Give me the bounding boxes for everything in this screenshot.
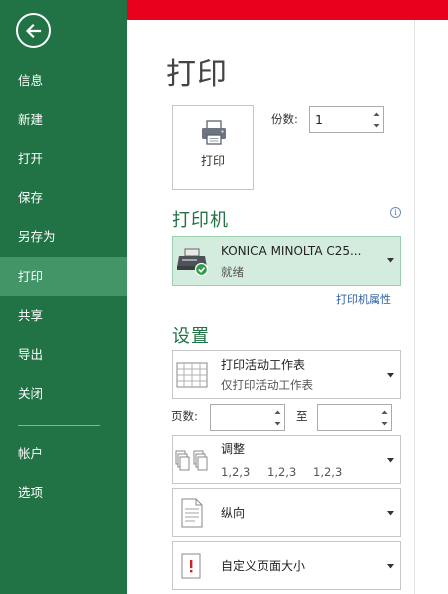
sidebar-item-share[interactable]: 共享 (0, 296, 127, 335)
printer-name: KONICA MINOLTA C25... (221, 244, 362, 258)
portrait-page-icon (181, 498, 203, 528)
print-what-dropdown[interactable]: 打印活动工作表 仅打印活动工作表 (172, 350, 401, 399)
paper-size-title: 自定义页面大小 (221, 559, 306, 573)
collation-set-2: 1,2,3 (267, 465, 297, 479)
paper-size-dropdown[interactable]: 自定义页面大小 (172, 541, 401, 590)
settings-section-title: 设置 (172, 326, 210, 347)
sidebar-item-export[interactable]: 导出 (0, 335, 127, 374)
print-what-subtitle: 仅打印活动工作表 (221, 378, 313, 392)
spin-up-icon[interactable] (272, 407, 283, 418)
orientation-dropdown[interactable]: 纵向 (172, 488, 401, 537)
spin-up-icon[interactable] (371, 109, 382, 120)
dropdown-arrow-icon (387, 258, 394, 263)
print-what-title: 打印活动工作表 (221, 358, 306, 372)
sidebar-item-account[interactable]: 帐户 (0, 434, 127, 473)
spin-down-icon[interactable] (272, 418, 283, 429)
spin-down-icon[interactable] (371, 120, 382, 131)
pages-to-label: 至 (296, 409, 308, 423)
dropdown-arrow-icon (387, 373, 394, 378)
dropdown-arrow-icon (387, 564, 394, 569)
pages-label: 页数: (171, 409, 198, 423)
page-title: 打印 (166, 57, 228, 92)
copies-stepper[interactable]: 1 (309, 106, 384, 133)
pages-from-input[interactable] (210, 404, 285, 431)
printer-device-icon (177, 248, 209, 277)
sidebar-item-save[interactable]: 保存 (0, 178, 127, 217)
printer-status: 就绪 (221, 265, 244, 279)
sidebar-item-open[interactable]: 打开 (0, 139, 127, 178)
orientation-title: 纵向 (221, 506, 246, 520)
collation-set-3: 1,2,3 (313, 465, 343, 479)
printer-dropdown[interactable]: KONICA MINOLTA C25... 就绪 (172, 236, 401, 286)
print-preview-pane (415, 20, 448, 594)
printer-section-title: 打印机 (172, 210, 229, 231)
top-accent-bar (127, 0, 448, 20)
print-button[interactable]: 打印 (172, 105, 254, 190)
sidebar-item-save-as[interactable]: 另存为 (0, 217, 127, 256)
sidebar-item-close[interactable]: 关闭 (0, 374, 127, 413)
collation-title: 调整 (221, 442, 246, 456)
collate-pages-icon (175, 450, 208, 471)
pages-to-input[interactable] (317, 404, 392, 431)
check-status-icon (194, 262, 209, 277)
copies-value[interactable]: 1 (315, 112, 323, 127)
dropdown-arrow-icon (387, 458, 394, 463)
sidebar-item-options[interactable]: 选项 (0, 473, 127, 512)
sidebar-item-info[interactable]: 信息 (0, 61, 127, 100)
sidebar-item-new[interactable]: 新建 (0, 100, 127, 139)
collation-set-1: 1,2,3 (221, 465, 251, 479)
print-button-label: 打印 (200, 154, 225, 168)
printer-icon (202, 120, 226, 145)
spin-down-icon[interactable] (379, 418, 390, 429)
sidebar-item-print[interactable]: 打印 (0, 257, 127, 296)
printer-properties-link[interactable]: 打印机属性 (336, 291, 391, 307)
copies-label: 份数: (271, 112, 298, 126)
dropdown-arrow-icon (387, 511, 394, 516)
spin-up-icon[interactable] (379, 407, 390, 418)
sheet-grid-icon (176, 362, 208, 388)
back-button[interactable] (16, 13, 51, 48)
sidebar-divider (18, 425, 100, 426)
backstage-sidebar: 信息 新建 打开 保存 另存为 打印 共享 导出 关闭 帐户 选项 (0, 0, 127, 594)
custom-page-size-icon (181, 553, 201, 579)
info-icon[interactable]: i (390, 207, 401, 218)
back-arrow-icon (25, 23, 42, 39)
